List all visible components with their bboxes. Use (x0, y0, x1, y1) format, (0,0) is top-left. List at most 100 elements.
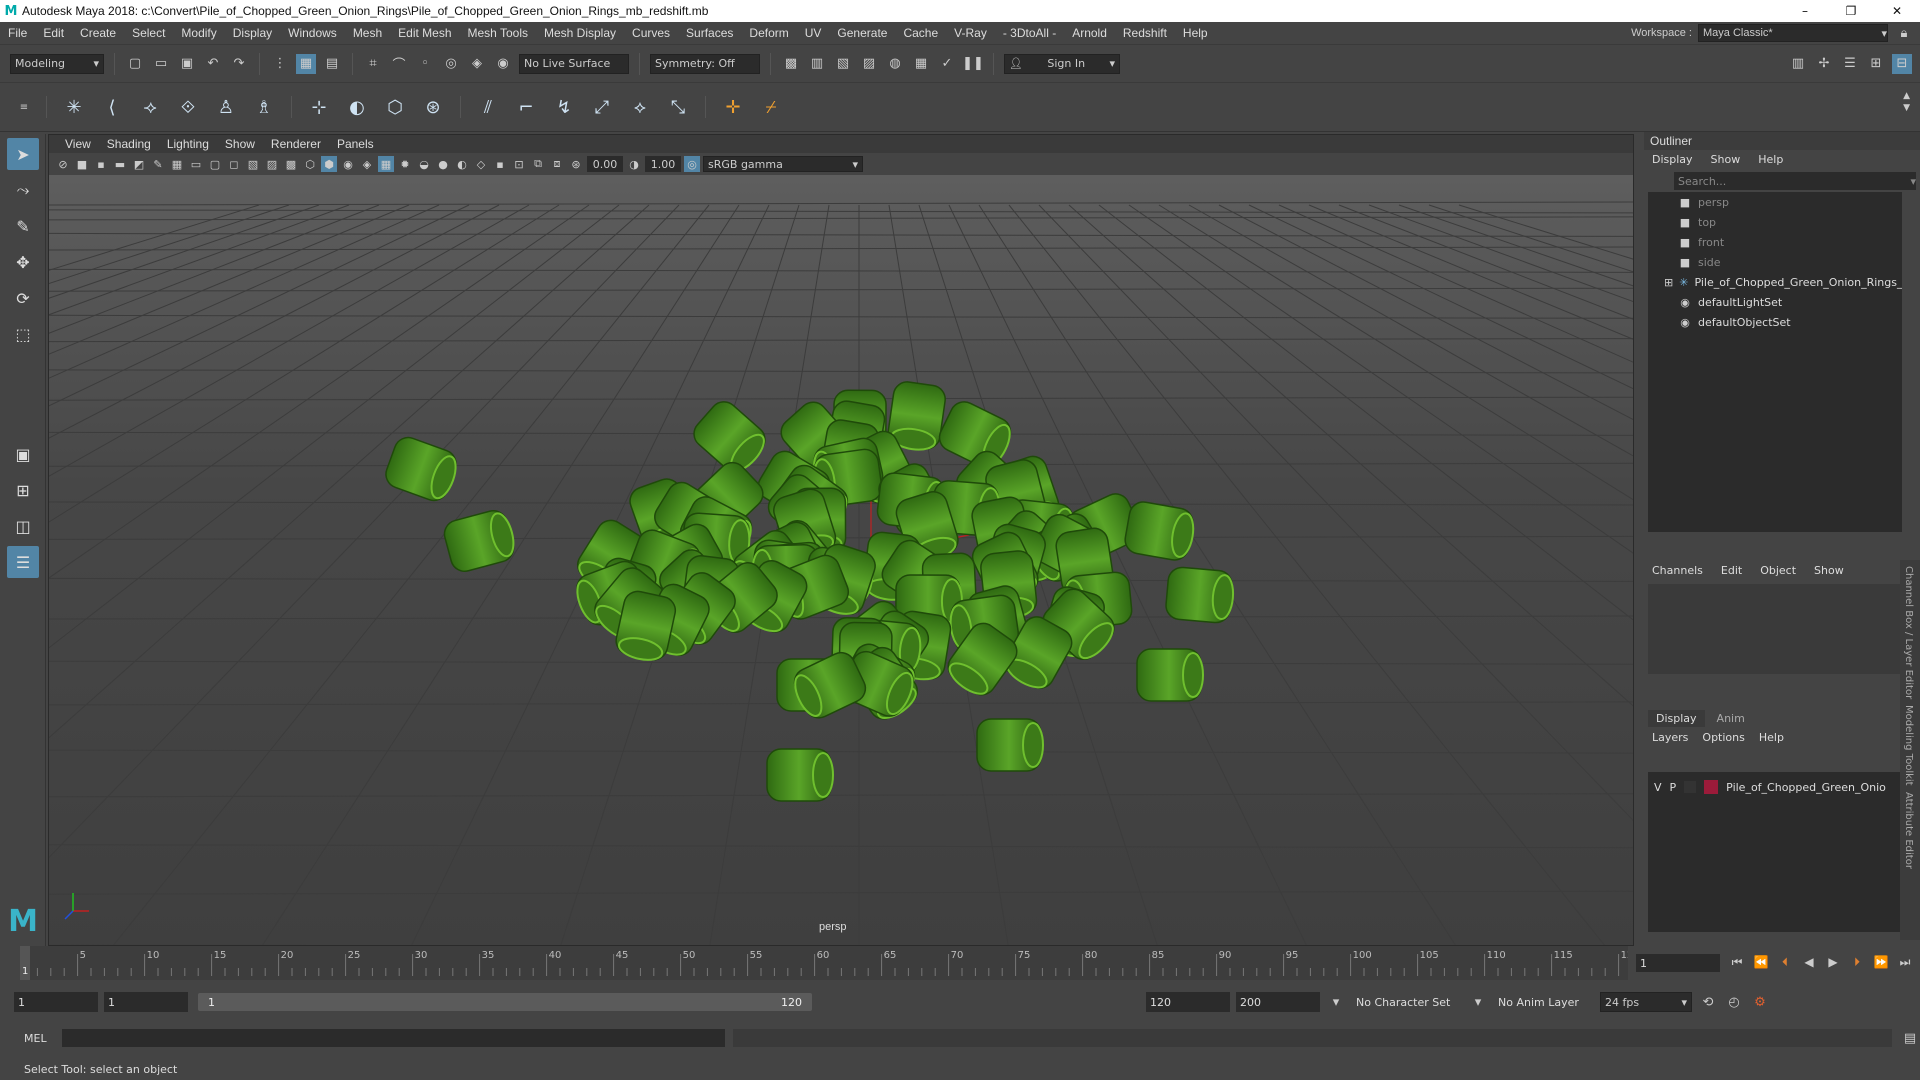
snap-live-icon[interactable]: ◉ (493, 54, 513, 74)
ik-handle-icon[interactable]: ⟨ (97, 92, 127, 122)
hypershade-icon[interactable]: ◍ (885, 54, 905, 74)
go-to-end-icon[interactable]: ⏭ (1896, 952, 1914, 972)
outliner-menu-display[interactable]: Display (1652, 153, 1693, 166)
menu-3dtoall[interactable]: - 3DtoAll - (995, 26, 1064, 40)
paint-weights-icon[interactable]: ⊹ (304, 92, 334, 122)
snap-view-icon[interactable]: ◎ (441, 54, 461, 74)
menu-windows[interactable]: Windows (280, 26, 345, 40)
layer-row[interactable]: V P Pile_of_Chopped_Green_Onio (1648, 776, 1902, 798)
camera-attributes-icon[interactable]: ■ (74, 156, 90, 172)
close-button[interactable]: ✕ (1874, 0, 1920, 22)
auto-key-icon[interactable]: ◴ (1724, 992, 1744, 1012)
select-camera-icon[interactable]: ⊘ (55, 156, 71, 172)
menu-select[interactable]: Select (124, 26, 173, 40)
layer-visibility-toggle[interactable]: V (1654, 781, 1662, 794)
motion-blur-icon[interactable]: ◐ (454, 156, 470, 172)
layer-playback-toggle[interactable]: P (1670, 781, 1677, 794)
smooth-skin-icon[interactable]: ◐ (342, 92, 372, 122)
textured-icon[interactable]: ▦ (378, 156, 394, 172)
gamma-field[interactable]: 1.00 (645, 156, 681, 172)
four-view-layout-icon[interactable]: ⊞ (7, 474, 39, 506)
outliner-layout-icon[interactable]: ☰ (7, 546, 39, 578)
gate-mask-icon[interactable]: ◻ (226, 156, 242, 172)
live-surface-field[interactable]: No Live Surface (519, 53, 629, 74)
wireframe-on-shaded-icon[interactable]: ◈ (359, 156, 375, 172)
scale-constraint-icon[interactable]: ⤢ (587, 92, 617, 122)
cluster-icon[interactable]: ⊛ (418, 92, 448, 122)
exposure-field[interactable]: 0.00 (587, 156, 623, 172)
viewport-menu-lighting[interactable]: Lighting (159, 137, 217, 151)
field-chart-icon[interactable]: ▧ (245, 156, 261, 172)
outliner-search-input[interactable]: Search... ▾ (1674, 172, 1916, 190)
menu-deform[interactable]: Deform (741, 26, 796, 40)
modeling-toolkit-icon[interactable]: ▥ (1788, 54, 1808, 74)
menu-display[interactable]: Display (225, 26, 280, 40)
range-bar[interactable]: 1 120 (198, 993, 812, 1011)
scale-tool-icon[interactable]: ⬚ (7, 318, 39, 350)
save-scene-icon[interactable]: ▣ (177, 54, 197, 74)
workspace-select[interactable]: Maya Classic* ▾ (1698, 24, 1888, 42)
smooth-shade-icon[interactable]: ⬢ (321, 156, 337, 172)
outliner-item-default-light-set[interactable]: ◉ defaultLightSet (1648, 292, 1902, 312)
select-object-icon[interactable]: ▦ (296, 53, 316, 74)
parent-constraint-icon[interactable]: ⤡ (663, 92, 693, 122)
render-frame-icon[interactable]: ▩ (781, 54, 801, 74)
shadows-icon[interactable]: ◒ (416, 156, 432, 172)
outliner-item-side[interactable]: ■ side (1648, 252, 1902, 272)
resolution-gate-icon[interactable]: ▢ (207, 156, 223, 172)
command-input[interactable] (61, 1029, 725, 1047)
snap-surface-icon[interactable]: ◈ (467, 54, 487, 74)
maximize-button[interactable]: ❐ (1828, 0, 1874, 22)
menu-file[interactable]: File (0, 26, 35, 40)
shelf-scroll-down-icon[interactable]: ▼ (1903, 103, 1910, 113)
select-component-icon[interactable]: ▤ (322, 54, 342, 74)
safe-action-icon[interactable]: ▨ (264, 156, 280, 172)
paint-select-icon[interactable]: ✎ (7, 210, 39, 242)
undo-icon[interactable]: ↶ (203, 54, 223, 74)
redo-icon[interactable]: ↷ (229, 54, 249, 74)
color-management-icon[interactable]: ◎ (684, 156, 700, 172)
grid-toggle-icon[interactable]: ▦ (169, 156, 185, 172)
minimize-button[interactable]: – (1782, 0, 1828, 22)
chevron-down-icon[interactable]: ▾ (1326, 992, 1346, 1012)
step-forward-key-icon[interactable]: ⏩ (1872, 952, 1890, 972)
scene-start-field[interactable]: 1 (14, 992, 98, 1012)
open-scene-icon[interactable]: ▭ (151, 54, 171, 74)
step-back-frame-icon[interactable]: ⏴ (1776, 952, 1794, 972)
step-forward-frame-icon[interactable]: ⏵ (1848, 952, 1866, 972)
current-frame-field[interactable]: 1 (1636, 954, 1720, 972)
channel-menu-channels[interactable]: Channels (1652, 564, 1703, 577)
xray-joints-icon[interactable]: ⧈ (549, 156, 565, 172)
bend-deformer-icon[interactable]: ⫽ (473, 92, 503, 122)
default-material-icon[interactable]: ◉ (340, 156, 356, 172)
shelf-scroll-up-icon[interactable]: ▲ (1903, 91, 1910, 101)
loop-icon[interactable]: ⟲ (1698, 992, 1718, 1012)
anim-layer-select[interactable]: No Anim Layer (1494, 992, 1594, 1012)
snap-grid-icon[interactable]: ⌗ (363, 54, 383, 74)
tab-modeling-toolkit[interactable]: Modeling Toolkit (1903, 705, 1914, 786)
render-settings-icon[interactable]: ▨ (859, 54, 879, 74)
2d-pan-zoom-icon[interactable]: ◩ (131, 156, 147, 172)
menu-create[interactable]: Create (72, 26, 124, 40)
menu-mesh[interactable]: Mesh (345, 26, 390, 40)
mode-select[interactable]: Modeling ▾ (10, 53, 104, 74)
safe-title-icon[interactable]: ▩ (283, 156, 299, 172)
character-set-select[interactable]: No Character Set (1352, 992, 1462, 1012)
select-tool-icon[interactable]: ➤ (7, 138, 39, 170)
menu-vray[interactable]: V-Ray (946, 26, 995, 40)
viewport-menu-renderer[interactable]: Renderer (263, 137, 329, 151)
redshift-ipr-icon[interactable]: ✓ (937, 54, 957, 74)
symmetry-select[interactable]: Symmetry: Off (650, 53, 760, 74)
bind-skin-icon[interactable]: ⟐ (173, 92, 203, 122)
attribute-editor-icon[interactable]: ☰ (1840, 54, 1860, 74)
menu-help[interactable]: Help (1175, 26, 1216, 40)
play-forward-icon[interactable]: ▶ (1824, 952, 1842, 972)
use-lights-icon[interactable]: ✹ (397, 156, 413, 172)
ipr-render-icon[interactable]: ▧ (833, 54, 853, 74)
menu-mesh-display[interactable]: Mesh Display (536, 26, 624, 40)
menu-arnold[interactable]: Arnold (1064, 26, 1115, 40)
lock-icon[interactable]: 🔒︎ (1894, 23, 1914, 43)
snap-point-icon[interactable]: ◦ (415, 54, 435, 74)
two-pane-layout-icon[interactable]: ◫ (7, 510, 39, 542)
lasso-tool-icon[interactable]: ⤳ (7, 174, 39, 206)
